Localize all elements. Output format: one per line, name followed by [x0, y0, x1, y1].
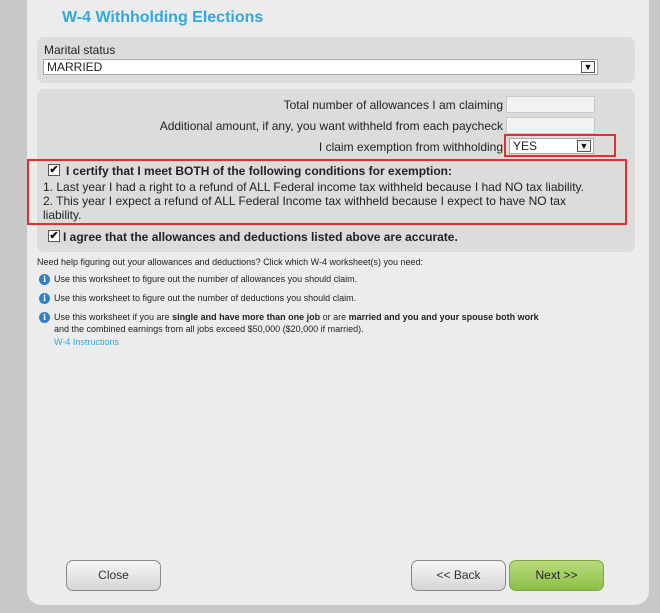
worksheet-multiple-jobs-link[interactable]: Use this worksheet if you are single and…	[54, 312, 539, 322]
agree-label: I agree that the allowances and deductio…	[63, 230, 458, 244]
worksheet-allowances-link[interactable]: Use this worksheet to figure out the num…	[54, 274, 357, 284]
w4-instructions-link[interactable]: W-4 Instructions	[54, 337, 119, 347]
exemption-label: I claim exemption from withholding	[318, 140, 503, 154]
certify-condition-2: 2. This year I expect a refund of ALL Fe…	[43, 194, 566, 208]
worksheet-text: Use this worksheet if you are	[54, 312, 173, 322]
marital-status-value: MARRIED	[47, 60, 103, 74]
checkmark-icon: ✔	[49, 230, 59, 242]
exemption-highlight	[504, 134, 616, 157]
additional-amount-label: Additional amount, if any, you want with…	[159, 119, 503, 133]
checkmark-icon: ✔	[49, 164, 59, 176]
back-button[interactable]: << Back	[411, 560, 506, 591]
chevron-down-icon[interactable]: ▼	[581, 61, 595, 73]
worksheet-text-bold: single and have more than one job	[172, 312, 321, 322]
worksheet-text-bold: married and you and your spouse both wor…	[348, 312, 539, 322]
close-button[interactable]: Close	[66, 560, 161, 591]
allowances-section: Total number of allowances I am claiming…	[27, 89, 635, 252]
info-icon[interactable]: i	[39, 293, 50, 304]
total-allowances-label: Total number of allowances I am claiming	[283, 98, 503, 112]
worksheet-text: or are	[320, 312, 349, 322]
certify-checkbox[interactable]: ✔	[48, 164, 60, 176]
page-title: W-4 Withholding Elections	[62, 9, 264, 26]
marital-status-label: Marital status	[44, 43, 116, 57]
total-allowances-input[interactable]	[506, 96, 595, 113]
marital-status-select[interactable]: MARRIED ▼	[43, 59, 598, 75]
worksheet-deductions-link[interactable]: Use this worksheet to figure out the num…	[54, 293, 356, 303]
certify-condition-2-cont: liability.	[43, 208, 82, 222]
certify-condition-1: 1. Last year I had a right to a refund o…	[43, 180, 584, 194]
additional-amount-input[interactable]	[506, 117, 595, 134]
info-icon[interactable]: i	[39, 312, 50, 323]
agree-checkbox[interactable]: ✔	[48, 230, 60, 242]
certify-label: I certify that I meet BOTH of the follow…	[66, 164, 453, 178]
worksheet-multiple-jobs-detail: and the combined earnings from all jobs …	[54, 324, 364, 334]
info-icon[interactable]: i	[39, 274, 50, 285]
marital-status-section: Marital status MARRIED ▼	[37, 37, 635, 83]
help-intro: Need help figuring out your allowances a…	[37, 257, 424, 267]
next-button[interactable]: Next >>	[509, 560, 604, 591]
